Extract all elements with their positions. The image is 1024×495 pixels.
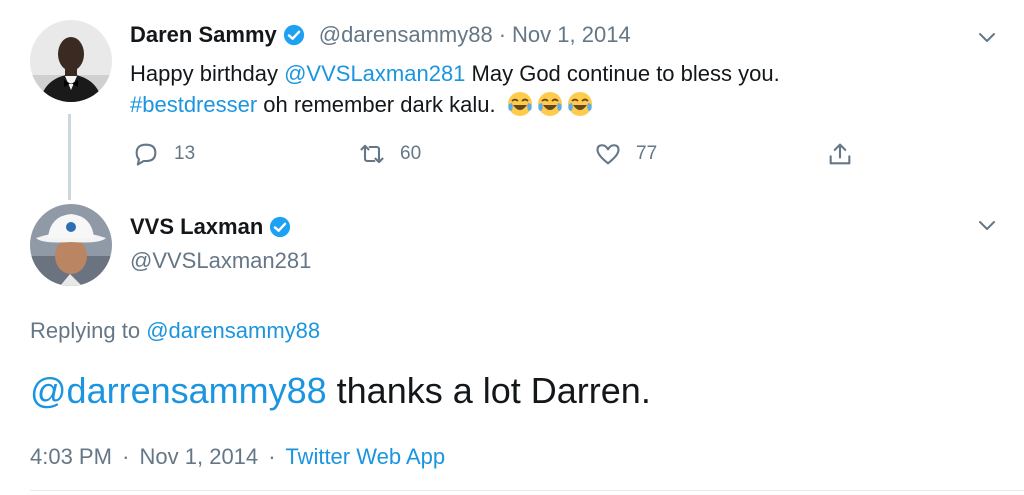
like-count: 77: [636, 143, 658, 164]
retweet-action[interactable]: 60: [358, 140, 421, 168]
tweet-metadata: 4:03 PM · Nov 1, 2014 · Twitter Web App: [30, 444, 445, 470]
tweet-date[interactable]: Nov 1, 2014: [140, 444, 259, 469]
parent-tweet-header: Daren Sammy @darensammy88 · Nov 1, 2014: [130, 22, 631, 48]
avatar-vvs-laxman[interactable]: [30, 204, 112, 286]
parent-author-name[interactable]: Daren Sammy: [130, 22, 277, 48]
parent-more-options-chevron-down-icon[interactable]: [976, 26, 998, 48]
header-separator: ·: [498, 22, 507, 47]
main-author-handle[interactable]: @VVSLaxman281: [130, 248, 311, 274]
reply-action[interactable]: 13: [132, 140, 195, 168]
verified-badge-icon: [283, 24, 305, 46]
tweet-source-link[interactable]: Twitter Web App: [285, 444, 445, 469]
tweet-time[interactable]: 4:03 PM: [30, 444, 112, 469]
main-more-options-chevron-down-icon[interactable]: [976, 214, 998, 236]
avatar-image: [30, 204, 112, 286]
heart-icon: [596, 144, 620, 165]
avatar-daren-sammy[interactable]: [30, 20, 112, 102]
tears-of-joy-emoji-icon: [506, 90, 534, 118]
text-segment: oh remember dark kalu.: [257, 92, 496, 117]
replying-to-line: Replying to @darensammy88: [30, 318, 320, 344]
text-segment: thanks a lot Darren.: [326, 370, 651, 411]
parent-tweet-text: Happy birthday @VVSLaxman281 May God con…: [130, 58, 780, 120]
replying-to-mention-link[interactable]: @darensammy88: [146, 318, 320, 343]
text-segment: Happy birthday: [130, 61, 285, 86]
share-icon: [829, 143, 851, 165]
mention-link[interactable]: @darrensammy88: [30, 370, 327, 411]
parent-author-handle[interactable]: @darensammy88: [319, 22, 493, 48]
parent-tweet-date[interactable]: Nov 1, 2014: [512, 22, 631, 48]
share-action[interactable]: [826, 140, 854, 168]
metadata-separator: ·: [268, 444, 276, 469]
main-tweet-text: @darrensammy88 thanks a lot Darren.: [30, 370, 651, 412]
avatar-image: [30, 20, 112, 102]
retweet-icon: [360, 144, 384, 164]
verified-badge-icon: [269, 216, 291, 238]
like-action[interactable]: 77: [594, 140, 657, 168]
main-author-name[interactable]: VVS Laxman: [130, 214, 263, 240]
main-tweet-header: VVS Laxman: [130, 214, 291, 240]
replying-to-label: Replying to: [30, 318, 147, 343]
tears-of-joy-emoji-icon: [536, 90, 564, 118]
text-segment: May God continue to bless you.: [465, 61, 780, 86]
reply-count: 13: [174, 143, 196, 164]
retweet-count: 60: [400, 143, 422, 164]
bottom-divider: [30, 490, 1024, 491]
mention-link[interactable]: @VVSLaxman281: [284, 61, 465, 86]
thread-connector-line: [68, 114, 71, 200]
reply-icon: [135, 143, 157, 166]
metadata-separator: ·: [122, 444, 130, 469]
tears-of-joy-emoji-icon: [566, 90, 594, 118]
hashtag-link[interactable]: #bestdresser: [130, 92, 257, 117]
